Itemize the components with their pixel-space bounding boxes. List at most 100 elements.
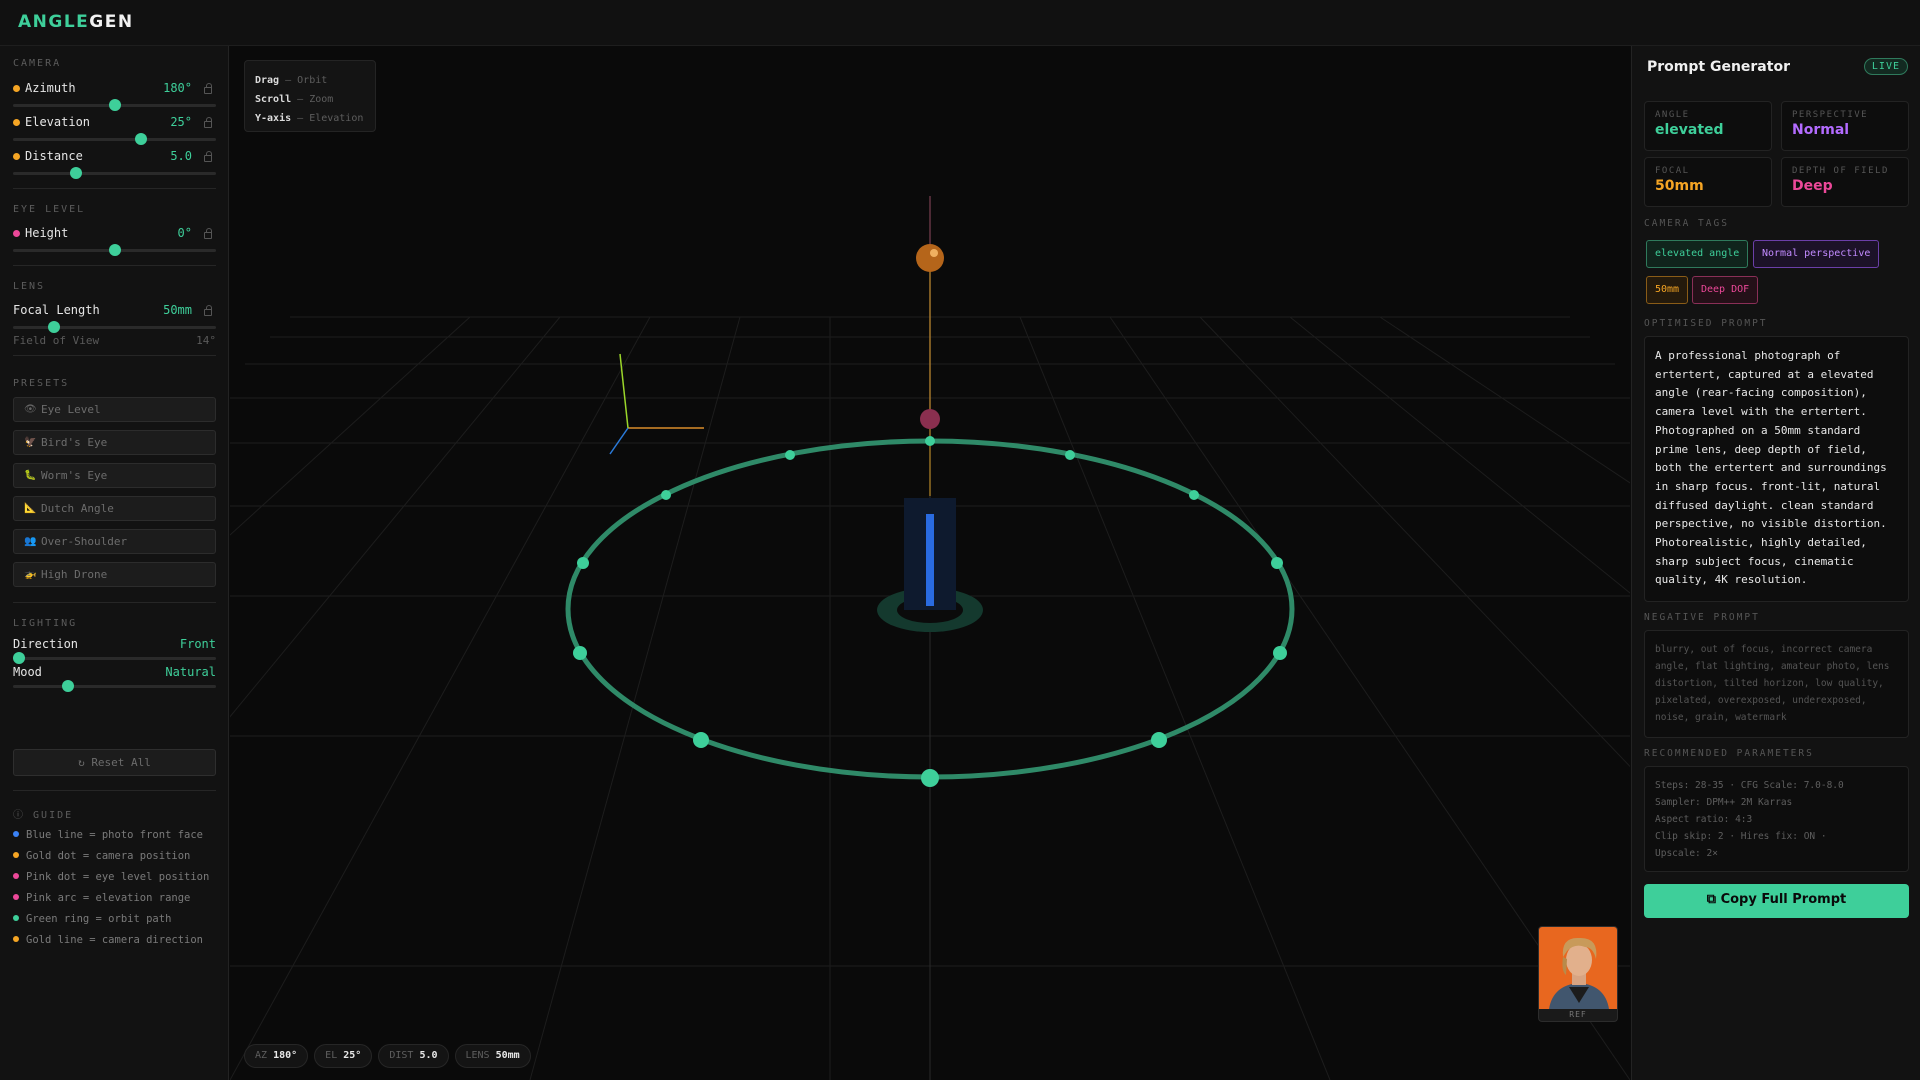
focal-length-row: Focal Length 50mm — [13, 301, 216, 321]
preset-worms-eye[interactable]: 🐛 Worm's Eye — [13, 463, 216, 488]
lock-icon[interactable] — [202, 304, 214, 317]
preset-label: High Drone — [41, 568, 108, 581]
height-slider-handle[interactable] — [108, 244, 121, 256]
height-row: Height 0° — [13, 224, 216, 244]
divider — [13, 265, 216, 266]
optimised-prompt-text[interactable]: A professional photograph of ertertert, … — [1644, 336, 1909, 602]
controls-sidebar: CAMERA Azimuth 180° Elevation 25° Distan… — [0, 46, 229, 1080]
elevation-chip: EL 25° — [314, 1044, 373, 1068]
optimised-prompt-heading: OPTIMISED PROMPT — [1644, 318, 1768, 329]
preset-high-drone[interactable]: 🚁 High Drone — [13, 562, 216, 587]
negative-prompt-text[interactable]: blurry, out of focus, incorrect camera a… — [1644, 630, 1909, 738]
lock-icon[interactable] — [202, 227, 214, 240]
field-of-view-row: Field of View 14° — [13, 334, 216, 347]
reference-image-thumbnail[interactable]: REF — [1538, 926, 1618, 1022]
height-value: 0° — [177, 226, 192, 240]
tag-deep-dof[interactable]: Deep DOF — [1692, 276, 1759, 304]
azimuth-slider-handle[interactable] — [108, 99, 121, 111]
elevation-row: Elevation 25° — [13, 113, 216, 133]
gold-dot-icon — [13, 936, 19, 942]
reference-portrait — [1539, 927, 1617, 1009]
elevation-label: Elevation — [25, 115, 91, 129]
scene-canvas[interactable] — [230, 46, 1630, 1080]
elevation-slider[interactable] — [13, 133, 216, 145]
status-chips: AZ 180° EL 25° DIST 5.0 LENS 50mm — [244, 1043, 537, 1068]
mood-slider-handle[interactable] — [61, 680, 74, 692]
preset-over-shoulder[interactable]: 👥 Over-Shoulder — [13, 529, 216, 554]
pink-dot-icon — [13, 894, 19, 900]
worm-icon: 🐛 — [24, 470, 37, 481]
focal-length-slider-handle[interactable] — [47, 321, 60, 333]
lock-icon[interactable] — [202, 116, 214, 129]
refresh-icon: ↻ — [78, 756, 92, 769]
divider — [13, 188, 216, 189]
lock-icon[interactable] — [202, 82, 214, 95]
eye-level-pink-dot[interactable] — [920, 409, 940, 429]
camera-gold-dot-highlight — [930, 249, 938, 257]
parameter-line: Upscale: 2× — [1655, 848, 1718, 859]
copy-full-prompt-label: Copy Full Prompt — [1720, 892, 1847, 907]
azimuth-dot — [13, 85, 20, 92]
live-badge: LIVE — [1863, 58, 1908, 75]
bird-icon: 🦅 — [24, 437, 37, 448]
pink-dot-icon — [13, 873, 19, 879]
negative-prompt-heading: NEGATIVE PROMPT — [1644, 612, 1760, 623]
camera-gold-dot[interactable] — [916, 244, 944, 272]
focal-length-slider[interactable] — [13, 321, 216, 333]
tag-elevated-angle[interactable]: elevated angle — [1646, 240, 1749, 268]
lock-icon[interactable] — [202, 150, 214, 163]
divider — [13, 355, 216, 356]
divider — [13, 790, 216, 791]
3d-viewport[interactable]: Drag — Orbit Scroll — Zoom Y-axis — Elev… — [230, 46, 1630, 1080]
direction-label: Direction — [13, 637, 79, 651]
gold-dot-icon — [13, 852, 19, 858]
prompt-generator-panel: Prompt Generator LIVE ANGLE elevated PERS… — [1631, 46, 1920, 1080]
recommended-parameters[interactable]: Steps: 28-35 · CFG Scale: 7.0-8.0 Sample… — [1644, 766, 1909, 872]
panel-title: Prompt Generator — [1647, 59, 1790, 75]
preset-birds-eye[interactable]: 🦅 Bird's Eye — [13, 430, 216, 455]
distance-slider-handle[interactable] — [69, 167, 82, 179]
blue-dot-icon — [13, 831, 19, 837]
height-dot — [13, 230, 20, 237]
info-icon: ⓘ — [13, 810, 34, 821]
distance-chip: DIST 5.0 — [378, 1044, 449, 1068]
copy-icon: ⧉ — [1706, 892, 1721, 907]
eye-icon: 👁 — [24, 404, 37, 415]
section-heading-guide: ⓘ GUIDE — [13, 810, 74, 821]
azimuth-label: Azimuth — [25, 81, 76, 95]
azimuth-row: Azimuth 180° — [13, 79, 216, 99]
angle-card: ANGLE elevated — [1644, 101, 1772, 151]
section-heading-presets: PRESETS — [13, 378, 70, 389]
recommended-parameters-heading: RECOMMENDED PARAMETERS — [1644, 748, 1814, 759]
preset-eye-level[interactable]: 👁 Eye Level — [13, 397, 216, 422]
elevation-value: 25° — [170, 115, 192, 129]
controls-hint: Drag — Orbit Scroll — Zoom Y-axis — Elev… — [244, 60, 376, 132]
reset-all-label: Reset All — [91, 756, 151, 769]
green-dot-icon — [13, 915, 19, 921]
direction-slider[interactable] — [13, 652, 216, 664]
azimuth-slider[interactable] — [13, 99, 216, 111]
guide-item: Green ring = orbit path — [13, 913, 171, 925]
azimuth-value: 180° — [163, 81, 192, 95]
height-slider[interactable] — [13, 244, 216, 256]
copy-full-prompt-button[interactable]: ⧉ Copy Full Prompt — [1644, 884, 1909, 918]
distance-slider[interactable] — [13, 167, 216, 179]
axis-gizmo — [609, 353, 704, 455]
direction-row: Direction Front — [13, 637, 216, 651]
focal-length-value: 50mm — [163, 303, 192, 317]
reset-all-button[interactable]: ↻ Reset All — [13, 749, 216, 776]
tag-50mm[interactable]: 50mm — [1646, 276, 1689, 304]
app-logo[interactable]: ANGLEGEN — [18, 12, 134, 32]
field-of-view-label: Field of View — [13, 334, 100, 347]
direction-slider-handle[interactable] — [13, 652, 26, 664]
guide-item: Gold dot = camera position — [13, 850, 190, 862]
mood-slider[interactable] — [13, 680, 216, 692]
people-icon: 👥 — [24, 536, 37, 547]
elevation-slider-handle[interactable] — [134, 133, 147, 145]
lens-chip: LENS 50mm — [454, 1044, 531, 1068]
tag-normal-perspective[interactable]: Normal perspective — [1753, 240, 1880, 268]
divider — [13, 602, 216, 603]
field-of-view-value: 14° — [196, 334, 216, 347]
preset-dutch-angle[interactable]: 📐 Dutch Angle — [13, 496, 216, 521]
focal-length-label: Focal Length — [13, 303, 100, 317]
